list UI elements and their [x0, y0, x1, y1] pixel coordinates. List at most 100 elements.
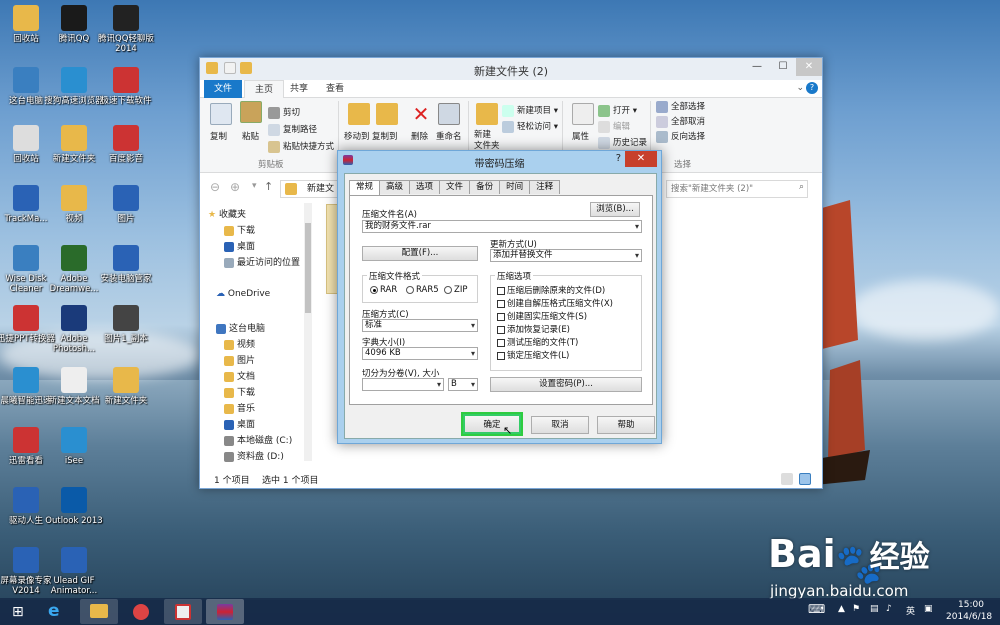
new-item-button[interactable]: 新建项目 ▾	[502, 104, 558, 117]
maximize-button[interactable]: ☐	[770, 58, 796, 76]
volume-icon[interactable]: ♪	[886, 604, 892, 614]
nav-music[interactable]: 音乐	[224, 401, 255, 414]
nav-favorites[interactable]: ★ 收藏夹	[208, 207, 246, 220]
clock-time[interactable]: 15:00	[958, 600, 984, 610]
new-folder-button[interactable]: 新建 文件夹	[474, 130, 500, 152]
tray-up-arrow-icon[interactable]: ▲	[838, 604, 845, 614]
dialog-tab-options[interactable]: 选项	[409, 180, 441, 194]
flag-icon[interactable]: ⚑	[852, 604, 860, 614]
nav-scrollbar[interactable]	[304, 203, 312, 461]
split-size-input[interactable]	[362, 378, 444, 391]
dialog-close-button[interactable]: ✕	[625, 151, 657, 167]
desktop-icon-item[interactable]: 百度影音	[96, 125, 156, 164]
taskbar-ie[interactable]: e	[38, 599, 76, 624]
desktop-icon-item[interactable]: 腾讯QQ	[44, 5, 104, 44]
nav-data-d[interactable]: 资料盘 (D:)	[224, 449, 284, 462]
desktop-icon-item[interactable]: 安装电脑管家	[96, 245, 156, 284]
desktop-icon-item[interactable]: 搜狗高速浏览器	[44, 67, 104, 106]
taskbar-app-recorder[interactable]	[164, 599, 202, 624]
option-checkbox[interactable]: 创建固实压缩文件(S)	[497, 310, 587, 322]
up-arrow-icon[interactable]: ↑	[264, 180, 273, 193]
scroll-thumb[interactable]	[305, 223, 311, 313]
help-icon[interactable]: ?	[806, 82, 818, 94]
properties-icon[interactable]	[572, 103, 594, 125]
tab-share[interactable]: 共享	[280, 80, 318, 98]
paste-shortcut-button[interactable]: 粘贴快捷方式	[268, 140, 334, 153]
dialog-title-bar[interactable]: 带密码压缩 ? ✕	[338, 151, 661, 171]
ime-indicator[interactable]: 英	[906, 604, 915, 617]
ok-button[interactable]: 确定	[461, 412, 523, 436]
desktop-icon-item[interactable]: Outlook 2013	[44, 487, 104, 526]
desktop-icon-item[interactable]: iSee	[44, 427, 104, 466]
forward-icon[interactable]: ⊕	[230, 180, 240, 194]
help-button[interactable]: 帮助	[597, 416, 655, 434]
nav-desktop-2[interactable]: 桌面	[224, 417, 255, 430]
tab-home[interactable]: 主页	[244, 80, 285, 98]
method-select[interactable]: 标准	[362, 319, 478, 332]
dialog-tab-advanced[interactable]: 高级	[379, 180, 411, 194]
option-checkbox[interactable]: 添加恢复记录(E)	[497, 323, 570, 335]
tab-view[interactable]: 查看	[316, 80, 354, 98]
archive-name-input[interactable]: 我的财务文件.rar	[362, 220, 642, 233]
dialog-tab-files[interactable]: 文件	[439, 180, 471, 194]
desktop-icon-item[interactable]: 腾讯QQ轻聊版 2014	[96, 5, 156, 54]
move-to-icon[interactable]	[348, 103, 370, 125]
nav-documents[interactable]: 文档	[224, 369, 255, 382]
compress-dialog[interactable]: 带密码压缩 ? ✕ 常规 高级 选项 文件 备份 时间 注释 压缩文件名(A) 浏览(B).…	[337, 150, 662, 444]
copy-button[interactable]: 复制	[210, 130, 227, 142]
nav-pictures[interactable]: 图片	[224, 353, 255, 366]
set-password-button[interactable]: 设置密码(P)...	[490, 377, 642, 392]
move-to-button[interactable]: 移动到	[344, 130, 370, 142]
dialog-tab-general[interactable]: 常规	[349, 180, 381, 195]
desktop-icon-item[interactable]: 新建文件夹	[96, 367, 156, 406]
rename-icon[interactable]	[438, 103, 460, 125]
browse-button[interactable]: 浏览(B)...	[590, 202, 640, 217]
easy-access-button[interactable]: 轻松访问 ▾	[502, 120, 558, 133]
desktop-icon-item[interactable]: 新建文件夹	[44, 125, 104, 164]
desktop-icon-item[interactable]: 新建文本文档	[44, 367, 104, 406]
copy-icon[interactable]	[210, 103, 232, 125]
tab-file[interactable]: 文件	[204, 80, 243, 98]
paste-button[interactable]: 粘贴	[242, 130, 259, 142]
select-none-button[interactable]: 全部取消	[656, 115, 705, 128]
format-zip-radio[interactable]: ZIP	[444, 285, 467, 295]
title-bar[interactable]: 新建文件夹 (2) — ☐ ✕	[200, 58, 822, 80]
history-button[interactable]: 历史记录	[598, 136, 647, 149]
option-checkbox[interactable]: 测试压缩的文件(T)	[497, 336, 578, 348]
chevron-down-icon[interactable]: ▾	[252, 181, 257, 191]
dialog-tab-comment[interactable]: 注释	[529, 180, 561, 194]
option-checkbox[interactable]: 创建自解压格式压缩文件(X)	[497, 297, 613, 309]
nav-desktop[interactable]: 桌面	[224, 239, 255, 252]
taskbar-explorer[interactable]	[80, 599, 118, 624]
nav-recent[interactable]: 最近访问的位置	[224, 255, 300, 268]
desktop-icon-item[interactable]: 图片	[96, 185, 156, 224]
cut-button[interactable]: 剪切	[268, 106, 300, 119]
option-checkbox[interactable]: 锁定压缩文件(L)	[497, 349, 569, 361]
format-rar5-radio[interactable]: RAR5	[406, 285, 439, 295]
nav-downloads[interactable]: 下载	[224, 223, 255, 236]
details-view-icon[interactable]	[781, 473, 793, 485]
format-rar-radio[interactable]: RAR	[370, 285, 397, 295]
start-button[interactable]: ⊞	[2, 599, 36, 624]
open-button[interactable]: 打开 ▾	[598, 104, 637, 117]
rename-button[interactable]: 重命名	[436, 130, 462, 142]
split-unit-select[interactable]: B	[448, 378, 478, 391]
profiles-button[interactable]: 配置(F)...	[362, 246, 478, 261]
close-button[interactable]: ✕	[796, 58, 822, 76]
select-all-button[interactable]: 全部选择	[656, 100, 705, 113]
clock-date[interactable]: 2014/6/18	[946, 612, 992, 622]
taskbar-app-paint[interactable]	[122, 599, 160, 624]
desktop-icon-item[interactable]: 图片1_副本	[96, 305, 156, 344]
new-folder-icon[interactable]	[476, 103, 498, 125]
desktop-icon-item[interactable]: 视频	[44, 185, 104, 224]
dictionary-select[interactable]: 4096 KB	[362, 347, 478, 360]
search-icon[interactable]: ⌕	[799, 182, 804, 192]
delete-icon[interactable]: ✕	[410, 103, 432, 125]
nav-videos[interactable]: 视频	[224, 337, 255, 350]
desktop-icon-item[interactable]: 极速下载软件	[96, 67, 156, 106]
delete-button[interactable]: 删除	[411, 130, 428, 142]
minimize-button[interactable]: —	[744, 58, 770, 76]
copy-to-button[interactable]: 复制到	[372, 130, 398, 142]
desktop-icon-item[interactable]: Adobe Dreamwe...	[44, 245, 104, 294]
nav-this-pc[interactable]: 这台电脑	[216, 321, 265, 334]
